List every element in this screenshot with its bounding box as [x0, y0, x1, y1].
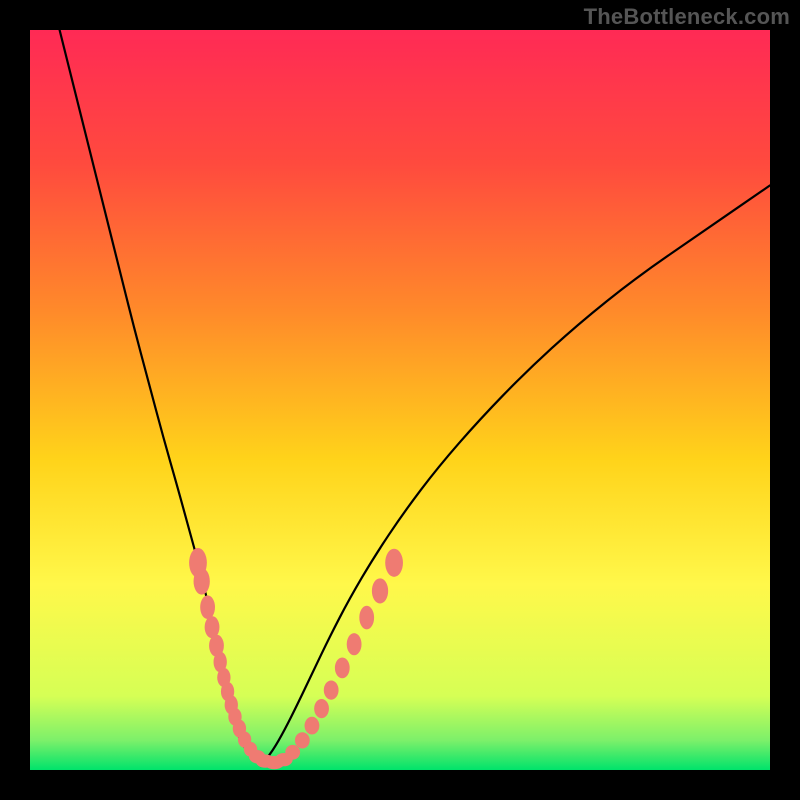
marker-dot [295, 732, 310, 748]
marker-dot [200, 595, 215, 619]
marker-dot [335, 658, 350, 679]
marker-dot [314, 699, 329, 718]
marker-dot [305, 717, 320, 735]
marker-dot [385, 549, 403, 577]
marker-dot [347, 633, 362, 655]
marker-dot [359, 606, 374, 630]
chart-canvas [0, 0, 800, 800]
marker-dot [194, 568, 210, 595]
marker-dot [324, 680, 339, 699]
gradient-bg [30, 30, 770, 770]
marker-dot [372, 578, 388, 603]
stage: TheBottleneck.com [0, 0, 800, 800]
marker-dot [285, 745, 300, 760]
